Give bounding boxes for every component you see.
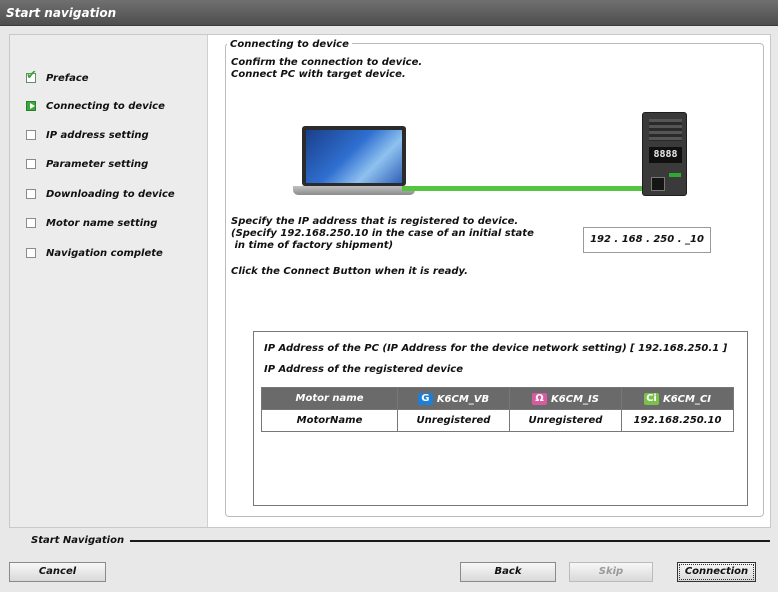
laptop-icon <box>302 126 406 186</box>
column-header-k6cm-is: Ω K6CM_IS <box>509 387 622 410</box>
registered-device-table: Motor name G K6CM_VB Ω K6CM_IS Ci K6CM_CI M… <box>261 387 734 432</box>
window-title: Start navigation <box>6 6 117 20</box>
k6cm-ci-icon: Ci <box>643 392 659 405</box>
footer-label: Start Navigation <box>31 535 125 546</box>
step-label: Motor name setting <box>46 217 158 229</box>
table-row: MotorName Unregistered Unregistered 192.… <box>261 409 734 432</box>
empty-checkbox-icon <box>26 218 36 228</box>
ip-note-line-3: in time of factory shipment) <box>231 240 394 251</box>
step-navigation-complete: Navigation complete <box>26 245 163 261</box>
back-button[interactable]: Back <box>460 562 556 582</box>
table-cell: Unregistered <box>509 409 622 432</box>
intro-line-1: Confirm the connection to device. <box>231 57 423 68</box>
window-title-bar: Start navigation <box>0 0 778 26</box>
step-label: IP address setting <box>46 129 149 141</box>
pc-ip-text: IP Address of the PC (IP Address for the… <box>264 343 728 354</box>
ip-address-field[interactable]: 192 . 168 . 250 . _10 <box>583 227 711 253</box>
column-header-k6cm-vb: G K6CM_VB <box>397 387 510 410</box>
play-arrow-icon <box>26 101 36 111</box>
step-motor-name-setting: Motor name setting <box>26 215 157 231</box>
intro-line-2: Connect PC with target device. <box>231 69 406 80</box>
connection-button[interactable]: Connection <box>677 562 756 582</box>
table-cell: MotorName <box>261 409 398 432</box>
k6cm-device-icon: 8888 <box>642 112 687 196</box>
check-icon <box>26 68 37 83</box>
step-label: Preface <box>46 72 89 84</box>
footer-divider <box>130 540 770 542</box>
step-label: Connecting to device <box>46 100 165 112</box>
laptop-base <box>293 186 415 195</box>
device-display: 8888 <box>649 147 682 163</box>
table-header-row: Motor name G K6CM_VB Ω K6CM_IS Ci K6CM_CI <box>261 387 734 410</box>
k6cm-vb-icon: G <box>417 392 433 405</box>
step-preface: Preface <box>26 68 89 86</box>
skip-button[interactable]: Skip <box>569 562 653 582</box>
table-cell: Unregistered <box>397 409 510 432</box>
step-label: Parameter setting <box>46 158 149 170</box>
ip-note-line-1: Specify the IP address that is registere… <box>231 216 519 227</box>
step-label: Downloading to device <box>46 188 175 200</box>
step-downloading-to-device: Downloading to device <box>26 186 175 202</box>
empty-checkbox-icon <box>26 130 36 140</box>
empty-checkbox-icon <box>26 189 36 199</box>
group-title: Connecting to device <box>227 39 352 51</box>
cancel-button[interactable]: Cancel <box>9 562 106 582</box>
step-ip-address-setting: IP address setting <box>26 127 149 143</box>
column-header-k6cm-ci: Ci K6CM_CI <box>621 387 734 410</box>
network-cable <box>402 186 642 191</box>
registered-device-title: IP Address of the registered device <box>264 364 464 375</box>
column-header-motor-name: Motor name <box>261 387 398 410</box>
step-sidebar: Preface Connecting to device IP address … <box>10 35 208 527</box>
step-connecting-to-device: Connecting to device <box>26 98 165 114</box>
step-parameter-setting: Parameter setting <box>26 156 148 172</box>
empty-checkbox-icon <box>26 159 36 169</box>
step-label: Navigation complete <box>46 247 163 259</box>
k6cm-is-icon: Ω <box>532 392 548 405</box>
ip-note-line-2: (Specify 192.168.250.10 in the case of a… <box>231 228 534 239</box>
connect-hint: Click the Connect Button when it is read… <box>231 266 468 277</box>
empty-checkbox-icon <box>26 248 36 258</box>
table-cell: 192.168.250.10 <box>621 409 734 432</box>
